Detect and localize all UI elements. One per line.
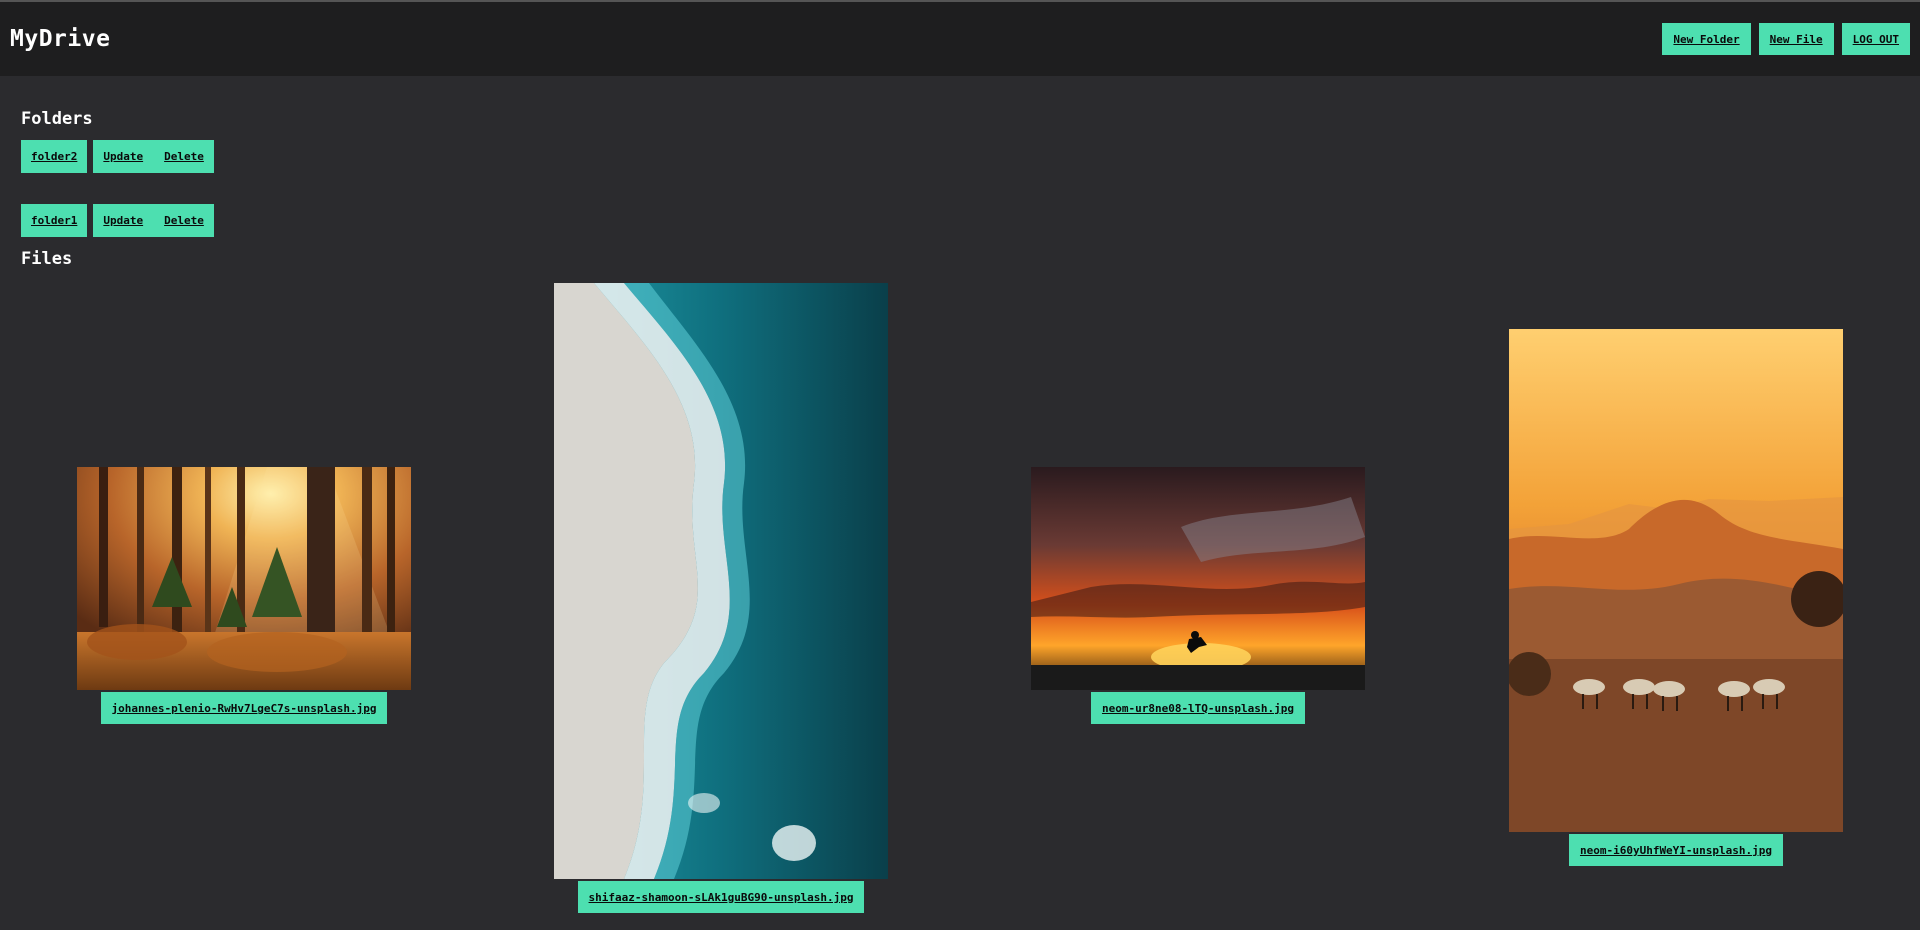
file-link[interactable]: johannes-plenio-RwHv7LgeC7s-unsplash.jpg xyxy=(100,692,388,724)
app-header: MyDrive New Folder New File LOG OUT xyxy=(0,2,1920,76)
desert-image[interactable] xyxy=(1509,329,1843,832)
folder-link[interactable]: folder1 xyxy=(21,204,88,237)
sunset-image[interactable] xyxy=(1031,467,1365,690)
new-folder-button[interactable]: New Folder xyxy=(1662,23,1751,55)
file-link[interactable]: shifaaz-shamoon-sLAk1guBG90-unsplash.jpg xyxy=(577,881,865,913)
update-folder-button[interactable]: Update xyxy=(103,214,143,227)
folder-actions: Update Delete xyxy=(93,140,214,173)
main-content: Folders folder2 Update Delete folder1 Up… xyxy=(0,76,1920,930)
delete-folder-button[interactable]: Delete xyxy=(164,150,204,163)
beach-image[interactable] xyxy=(554,283,888,879)
folder-link[interactable]: folder2 xyxy=(21,140,88,173)
forest-image[interactable] xyxy=(77,467,411,690)
delete-folder-button[interactable]: Delete xyxy=(164,214,204,227)
folder-row: folder2 Update Delete xyxy=(21,140,214,173)
file-card: neom-i60yUhfWeYI-unsplash.jpg xyxy=(1509,329,1843,866)
file-card: johannes-plenio-RwHv7LgeC7s-unsplash.jpg xyxy=(77,467,411,724)
file-link[interactable]: neom-ur8ne08-lTQ-unsplash.jpg xyxy=(1090,692,1306,724)
file-link[interactable]: neom-i60yUhfWeYI-unsplash.jpg xyxy=(1568,834,1784,866)
files-heading: Files xyxy=(21,249,73,269)
folders-heading: Folders xyxy=(21,109,93,129)
folder-row: folder1 Update Delete xyxy=(21,204,214,237)
update-folder-button[interactable]: Update xyxy=(103,150,143,163)
app-title: MyDrive xyxy=(10,26,111,52)
file-card: neom-ur8ne08-lTQ-unsplash.jpg xyxy=(1031,467,1365,724)
header-nav: New Folder New File LOG OUT xyxy=(1662,23,1910,55)
folder-actions: Update Delete xyxy=(93,204,214,237)
logout-button[interactable]: LOG OUT xyxy=(1841,23,1910,55)
file-card: shifaaz-shamoon-sLAk1guBG90-unsplash.jpg xyxy=(554,283,888,913)
new-file-button[interactable]: New File xyxy=(1758,23,1834,55)
